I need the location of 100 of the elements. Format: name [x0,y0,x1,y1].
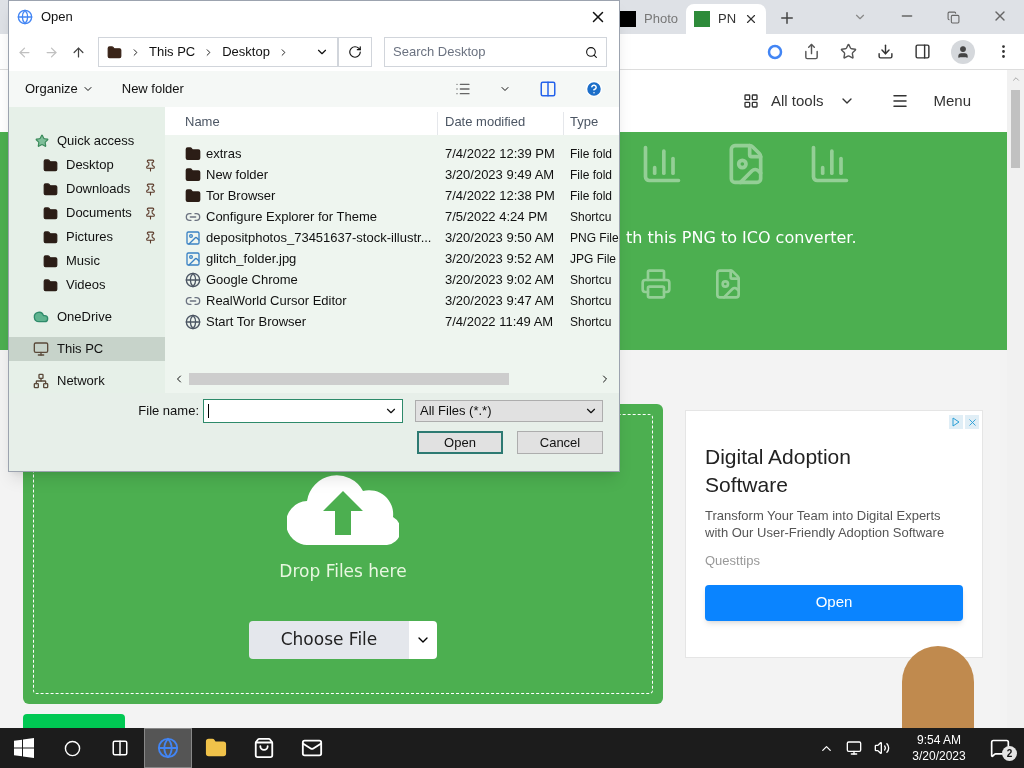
column-header[interactable]: Type [564,111,599,135]
column-header[interactable]: Name [165,111,438,135]
type-cell-text: PNG File [569,229,619,247]
ad-title: Digital Adoption Software [705,444,852,498]
date-cell-text: 3/20/2023 9:52 AM [444,249,556,268]
nav-label: Documents [66,204,133,223]
nav-item[interactable]: Music [9,249,165,273]
column-header[interactable]: Date modified [438,111,564,135]
browser-tab[interactable]: PN [686,4,767,34]
type-cell-text: JPG File [569,250,616,268]
windows-logo-icon[interactable] [14,738,34,758]
preview-pane-icon[interactable] [539,80,557,98]
tab-title: PN [718,10,737,29]
file-row[interactable]: Start Tor Browser 7/4/2022 11:49 AM Shortcu [165,311,619,332]
nav-label: Music [66,252,101,271]
folder-icon [43,229,58,245]
cloud-icon [33,309,49,325]
dialog-button[interactable]: Cancel [517,431,603,454]
download-icon[interactable] [877,43,894,60]
search-field[interactable]: Search Desktop [384,37,607,67]
organize-menu-button[interactable]: Organize [25,79,94,99]
date-cell-text: 3/20/2023 9:47 AM [444,291,556,310]
refresh-button[interactable] [338,37,372,67]
file-row[interactable]: Configure Explorer for Theme 7/5/2022 4:24 PM Shortcu [165,206,619,227]
side-panel-icon[interactable] [914,43,931,60]
nav-item[interactable]: Downloads [9,177,165,201]
nav-item[interactable]: Documents [9,201,165,225]
file-row[interactable]: glitch_folder.jpg 3/20/2023 9:52 AM JPG File [165,248,619,269]
file-name: glitch_folder.jpg [206,249,297,268]
drop-files-text: Drop Files here [279,560,407,583]
file-row[interactable]: Google Chrome 3/20/2023 9:02 AM Shortcu [165,269,619,290]
file-row[interactable]: New folder 3/20/2023 9:49 AM File fold [165,164,619,185]
search-circle-icon[interactable] [63,739,81,757]
upload-options-button[interactable] [409,620,437,659]
computer-icon [33,341,49,357]
nav-item[interactable]: Videos [9,273,165,297]
file-row[interactable]: depositphotos_73451637-stock-illustr... 3/20/2023 9:50 AM PNG File [165,227,619,248]
new-folder-button[interactable]: New folder [121,79,184,99]
file-row[interactable]: Tor Browser 7/4/2022 12:38 PM File fold [165,185,619,206]
clock[interactable]: 9:54 AM 3/20/2023 [902,732,976,764]
printer-icon [640,267,672,300]
type-cell-text: Shortcu [569,208,612,226]
nav-item[interactable]: Network [9,369,165,393]
file-name: extras [206,144,242,163]
notification-count: 2 [1002,746,1017,761]
nav-label: Videos [66,276,107,295]
file-name: Start Tor Browser [206,312,307,331]
menu-button[interactable]: Menu [933,89,971,113]
file-name: New folder [206,165,269,184]
file-name: RealWorld Cursor Editor [206,291,347,310]
nav-item[interactable]: OneDrive [9,305,165,329]
nav-item[interactable]: Pictures [9,225,165,249]
file-row[interactable]: extras 7/4/2022 12:39 PM File fold [165,143,619,164]
pin-icon [144,230,157,244]
file-type-select[interactable]: All Files (*.*) [415,400,603,422]
file-name-label: File name: [138,402,199,421]
store-bag-icon [253,737,275,759]
pin-icon [144,182,157,196]
grid-icon [742,92,759,109]
pin-icon [144,206,157,220]
ad-description: Transform Your Team into Digital Experts with Our User-Friendly Adoption Software [705,507,946,541]
file-name-field[interactable] [203,399,403,423]
profile-avatar[interactable] [951,39,975,64]
tab-favicon-icon [620,11,636,27]
breadcrumb-item[interactable]: Desktop [222,42,270,62]
bookmark-star-icon[interactable] [840,43,857,60]
nav-item[interactable]: This PC [9,337,165,361]
nav-item[interactable]: Desktop [9,153,165,177]
star-icon [35,134,49,148]
view-options-icon[interactable] [455,81,471,97]
task-view-icon[interactable] [111,739,129,757]
file-name: depositphotos_73451637-stock-illustr... [206,228,432,247]
horizontal-scrollbar[interactable] [189,373,509,385]
browser-tab[interactable]: Photo [612,4,686,34]
ad-open-button[interactable]: Open [705,584,963,621]
date-cell-text: 3/20/2023 9:02 AM [444,270,556,289]
file-row[interactable]: RealWorld Cursor Editor 3/20/2023 9:47 AM Shortcu [165,290,619,311]
type-cell-text: Shortcu [569,313,612,331]
nav-label: Quick access [57,132,135,151]
breadcrumb-item[interactable]: This PC [149,42,196,62]
notifications-icon[interactable] [990,738,1010,758]
choose-file-button[interactable]: Choose File [249,620,409,659]
image-file-icon [185,229,201,246]
globe-icon [185,271,201,288]
volume-icon[interactable] [874,740,890,756]
folder-icon [185,187,201,204]
nav-item[interactable]: Quick access [9,129,165,153]
scrollbar-thumb[interactable] [1011,90,1020,168]
dialog-button[interactable]: Open [417,431,503,454]
refresh-icon [348,45,362,59]
share-icon[interactable] [803,43,820,60]
all-tools-button[interactable]: All tools [770,89,856,113]
search-placeholder: Search Desktop [393,43,487,62]
help-icon[interactable] [585,80,603,98]
address-bar[interactable]: This PC Desktop [98,37,338,67]
folder-icon [43,205,58,221]
mail-icon [301,737,323,759]
type-cell-text: File fold [569,187,613,205]
restore-icon[interactable] [947,11,960,24]
ad-advertiser: Questtips [705,552,761,570]
